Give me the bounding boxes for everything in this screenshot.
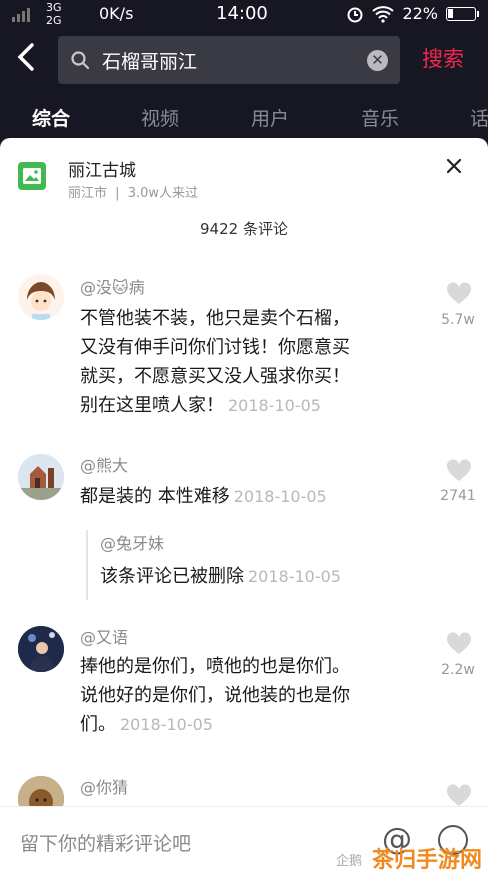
heart-icon[interactable]: [446, 632, 472, 656]
network-type-bottom: 2G: [46, 14, 62, 27]
comment-username[interactable]: @没🐱病: [80, 274, 145, 298]
comment-line-text: 别在这里喷人家！: [80, 395, 224, 416]
comment-line: 捧他的是你们，喷他的也是你们。: [80, 656, 350, 677]
avatar[interactable]: [18, 626, 64, 672]
search-button[interactable]: 搜索: [422, 43, 464, 73]
tab-users[interactable]: 用户: [251, 104, 289, 131]
comment-line-text: 都是装的 本性难移: [80, 486, 230, 507]
comment-line: 就买，不愿意买又没人强求你买！: [80, 366, 350, 387]
search-tabs: 综合 视频 用户 音乐 话: [0, 100, 488, 136]
comment-date: 2018-10-05: [228, 396, 321, 415]
comment-line-text: 们。: [80, 714, 116, 735]
comment-line: 都是装的 本性难移 2018-10-05: [80, 482, 412, 511]
wifi-icon: [372, 5, 395, 23]
tab-comprehensive[interactable]: 综合: [32, 104, 70, 131]
comment-text: 捧他的是你们，喷他的也是你们。 说他好的是你们，说他装的也是你 们。 2018-1…: [80, 652, 412, 739]
place-separator: |: [115, 186, 120, 201]
reply-item: @兔牙妹 该条评论已被删除 2018-10-05: [86, 530, 341, 600]
location-image-icon: [18, 162, 46, 190]
like-count: 2741: [440, 488, 476, 504]
comment-input[interactable]: 留下你的精彩评论吧: [20, 829, 191, 856]
avatar[interactable]: [18, 274, 64, 320]
avatar[interactable]: [18, 454, 64, 500]
place-subtitle: 丽江市 | 3.0w人来过: [68, 182, 198, 201]
network-type-top: 3G: [46, 1, 62, 14]
comment-line: 又没有伸手问你们讨钱！你愿意买: [80, 337, 350, 358]
network-speed: 0K/s: [99, 4, 134, 23]
tab-topics[interactable]: 话: [470, 104, 488, 131]
heart-icon[interactable]: [446, 784, 472, 808]
like-count: 5.7w: [441, 312, 475, 328]
clear-icon[interactable]: ✕: [367, 50, 388, 71]
place-name[interactable]: 丽江古城: [68, 156, 136, 181]
place-city: 丽江市: [68, 186, 108, 201]
reply-date: 2018-10-05: [248, 567, 341, 586]
search-input[interactable]: 石榴哥丽江 ✕: [58, 36, 400, 84]
battery-percent: 22%: [402, 4, 438, 23]
reply-username[interactable]: @兔牙妹: [100, 530, 341, 554]
comment-text: 不管他装不装，他只是卖个石榴， 又没有伸手问你们讨钱！你愿意买 就买，不愿意买又…: [80, 304, 412, 420]
comment-date: 2018-10-05: [120, 715, 213, 734]
back-button[interactable]: [16, 42, 44, 76]
search-query: 石榴哥丽江: [102, 51, 198, 73]
comment-date: 2018-10-05: [233, 487, 327, 506]
chevron-left-icon: [17, 43, 34, 71]
comment-line: 别在这里喷人家！ 2018-10-05: [80, 391, 412, 420]
clock: 14:00: [216, 3, 268, 24]
alarm-icon: [347, 7, 363, 22]
close-button[interactable]: [446, 152, 462, 180]
close-icon: [446, 158, 462, 174]
reply-text-content: 该条评论已被删除: [100, 566, 244, 587]
heart-icon[interactable]: [446, 282, 472, 306]
comment-text: 都是装的 本性难移 2018-10-05: [80, 482, 412, 511]
comment-line: 不管他装不装，他只是卖个石榴，: [80, 308, 350, 329]
comment-count: 9422 条评论: [200, 220, 288, 238]
reply-text: 该条评论已被删除 2018-10-05: [100, 562, 341, 588]
comment-username[interactable]: @你猜: [80, 774, 128, 798]
signal-strength-icon: [12, 8, 30, 22]
status-right: 22%: [346, 4, 479, 23]
comment-username[interactable]: @熊大: [80, 452, 128, 476]
watermark-logo: 茶归手游网: [372, 848, 483, 873]
place-visits: 3.0w人来过: [127, 186, 198, 201]
battery-icon: [446, 6, 479, 21]
comment-line: 说他好的是你们，说他装的也是你: [80, 685, 350, 706]
like-count: 2.2w: [441, 662, 475, 678]
status-bar: 3G 2G 0K/s 14:00 22%: [0, 0, 488, 30]
comment-line: 们。 2018-10-05: [80, 710, 412, 739]
comment-sheet: 丽江古城 丽江市 | 3.0w人来过 9422 条评论 @没🐱病 不管他装不装，…: [0, 138, 488, 874]
network-type: 3G 2G: [46, 1, 62, 27]
search-icon: [71, 51, 90, 70]
comment-username[interactable]: @又语: [80, 624, 128, 648]
tab-music[interactable]: 音乐: [361, 104, 399, 131]
watermark-left: 企鹅: [336, 854, 363, 869]
heart-icon[interactable]: [446, 459, 472, 483]
tab-videos[interactable]: 视频: [141, 104, 179, 131]
